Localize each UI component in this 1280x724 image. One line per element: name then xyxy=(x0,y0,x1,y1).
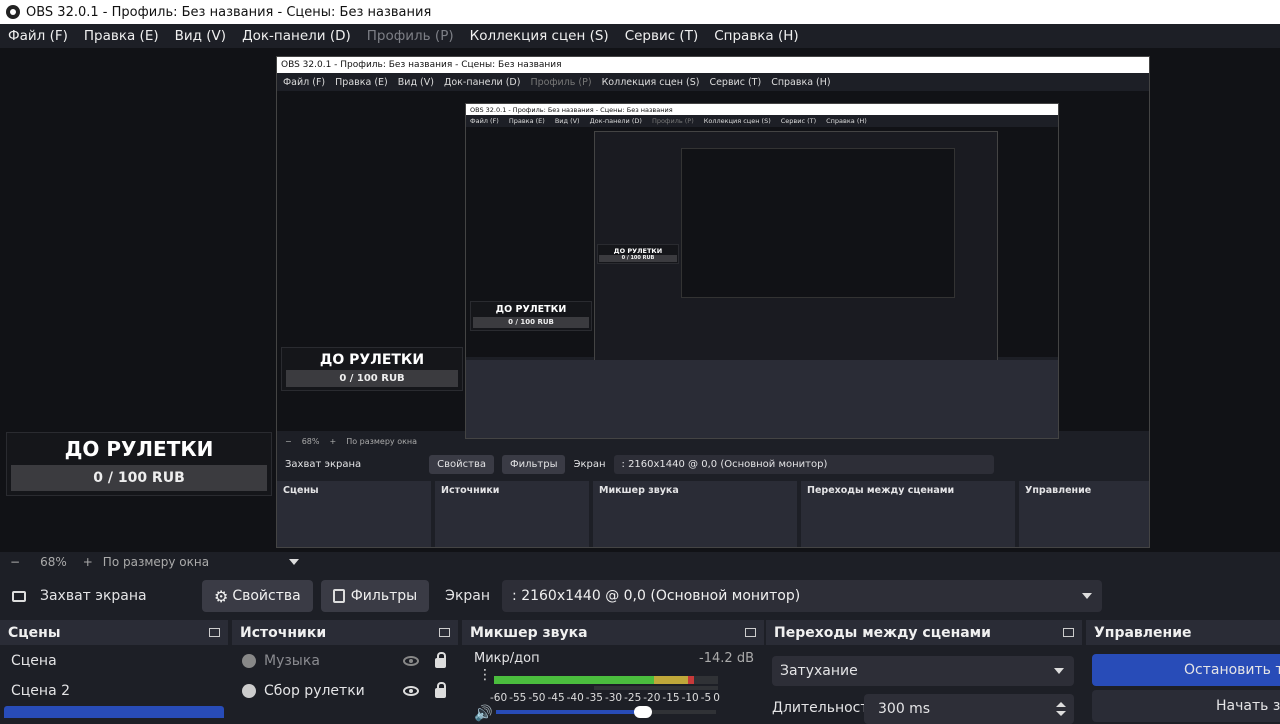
scene-item[interactable]: Сцена xyxy=(0,646,228,676)
zoom-value: 68% xyxy=(40,555,67,569)
filters-button[interactable]: Фильтры xyxy=(320,580,430,612)
mixer-level: -14.2 dB xyxy=(699,651,754,666)
menu-scene-collection[interactable]: Коллекция сцен (S) xyxy=(470,28,609,44)
nested-menu-1: Файл (F) Правка (E) Вид (V) Док-панели (D) П… xyxy=(277,73,1149,91)
zoom-in-button[interactable]: + xyxy=(83,555,93,569)
volume-meter-peak xyxy=(494,686,718,690)
transition-select[interactable]: Затухание xyxy=(772,656,1074,686)
audio-mixer-dock: Микшер звука Микр/доп -14.2 dB ⋮ -60 -55-… xyxy=(462,620,764,722)
nested-capture-1: OBS 32.0.1 - Профиль: Без названия - Сце… xyxy=(276,56,1150,548)
menu-view[interactable]: Вид (V) xyxy=(175,28,226,44)
zoom-bar: − 68% + По размеру окна xyxy=(0,552,1280,572)
donation-overlay: ДО РУЛЕТКИ 0 / 100 RUB xyxy=(6,432,272,496)
source-item[interactable]: Сбор рулетки xyxy=(232,676,458,706)
menu-help[interactable]: Справка (H) xyxy=(714,28,798,44)
properties-button[interactable]: ⚙ Свойства xyxy=(202,580,313,612)
zoom-out-button[interactable]: − xyxy=(10,555,20,569)
scene-item-selected[interactable] xyxy=(4,706,224,718)
nested-capture-2: OBS 32.0.1 - Профиль: Без названия - Сце… xyxy=(465,103,1059,439)
obs-logo-icon xyxy=(6,5,20,19)
lock-icon[interactable] xyxy=(435,652,446,668)
duration-spinner-icon[interactable] xyxy=(1056,702,1066,716)
menu-edit[interactable]: Правка (E) xyxy=(84,28,159,44)
nested-title-1: OBS 32.0.1 - Профиль: Без названия - Сце… xyxy=(277,57,1149,73)
chevron-down-icon xyxy=(1082,593,1093,599)
menu-docks[interactable]: Док-панели (D) xyxy=(242,28,351,44)
source-item[interactable]: Музыка xyxy=(232,646,458,676)
eye-icon[interactable] xyxy=(403,686,419,696)
scenes-title: Сцены xyxy=(8,624,61,641)
scenes-dock: Сцены Сцена Сцена 2 xyxy=(0,620,228,720)
docks-row: Сцены Сцена Сцена 2 Источники Музыка Сбо… xyxy=(0,620,1280,724)
monitor-icon xyxy=(12,590,26,602)
volume-slider-handle[interactable] xyxy=(634,706,652,718)
title-bar: OBS 32.0.1 - Профиль: Без названия - Сце… xyxy=(0,0,1280,24)
volume-meter xyxy=(494,676,718,684)
speaker-icon[interactable]: 🔊 xyxy=(474,704,493,722)
menu-profile[interactable]: Профиль (P) xyxy=(367,28,454,44)
zoom-mode-label: По размеру окна xyxy=(102,555,210,569)
sources-dock: Источники Музыка Сбор рулетки xyxy=(232,620,458,720)
sources-title: Источники xyxy=(240,624,327,641)
window-title: OBS 32.0.1 - Профиль: Без названия - Сце… xyxy=(26,4,432,20)
start-recording-button[interactable]: Начать запись xyxy=(1092,690,1280,722)
menu-tools[interactable]: Сервис (T) xyxy=(625,28,699,44)
undock-icon[interactable] xyxy=(439,628,450,637)
undock-icon[interactable] xyxy=(209,628,220,637)
overlay-heading: ДО РУЛЕТКИ xyxy=(64,437,214,461)
filter-icon xyxy=(332,589,345,603)
menu-file[interactable]: Файл (F) xyxy=(8,28,68,44)
stop-streaming-button[interactable]: Остановить трансляцию xyxy=(1092,654,1280,686)
controls-dock: Управление Остановить трансляцию Начать … xyxy=(1086,620,1280,722)
duration-label: Длительность xyxy=(772,700,877,716)
lock-icon[interactable] xyxy=(435,682,446,698)
zoom-mode-dropdown-icon[interactable] xyxy=(289,559,300,565)
preview-canvas[interactable]: ДО РУЛЕТКИ 0 / 100 RUB OBS 32.0.1 - Проф… xyxy=(0,48,1280,552)
undock-icon[interactable] xyxy=(745,628,756,637)
eye-hidden-icon[interactable] xyxy=(403,656,419,666)
scene-item[interactable]: Сцена 2 xyxy=(0,676,228,706)
globe-icon xyxy=(242,684,256,698)
mixer-channel-name: Микр/доп xyxy=(474,651,540,666)
scene-transitions-dock: Переходы между сценами Затухание Длитель… xyxy=(766,620,1082,724)
mixer-menu-icon[interactable]: ⋮ xyxy=(478,668,492,682)
overlay-progress: 0 / 100 RUB xyxy=(11,465,267,491)
screen-label: Экран xyxy=(445,588,491,604)
selected-source-name: Захват экрана xyxy=(40,588,147,604)
nested-overlay-1: ДО РУЛЕТКИ 0 / 100 RUB xyxy=(281,347,463,391)
controls-title: Управление xyxy=(1094,624,1192,641)
menu-bar: Файл (F) Правка (E) Вид (V) Док-панели (… xyxy=(0,24,1280,48)
transitions-title: Переходы между сценами xyxy=(774,624,991,641)
chevron-down-icon xyxy=(1054,668,1064,674)
screen-select[interactable]: : 2160x1440 @ 0,0 (Основной монитор) xyxy=(502,580,1103,612)
source-toolbar: Захват экрана ⚙ Свойства Фильтры Экран :… xyxy=(0,574,1280,618)
gear-icon: ⚙ xyxy=(214,586,229,606)
mixer-title: Микшер звука xyxy=(470,624,588,641)
globe-icon xyxy=(242,654,256,668)
volume-slider[interactable] xyxy=(496,706,716,718)
undock-icon[interactable] xyxy=(1063,628,1074,637)
meter-ticks: -60 -55 -50 -45 -40 -35 -30 -25 -20 -15 -10 -5 0 xyxy=(490,692,720,704)
